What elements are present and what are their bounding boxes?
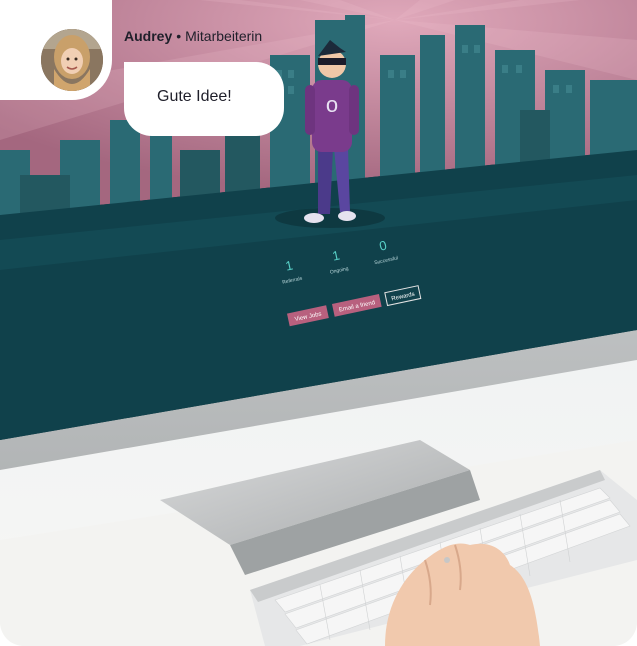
author-name: Audrey bbox=[124, 28, 173, 44]
avatar-photo bbox=[41, 29, 103, 91]
author-line: Audrey • Mitarbeiterin bbox=[124, 28, 262, 44]
separator-dot: • bbox=[176, 28, 182, 44]
svg-text:o: o bbox=[326, 92, 338, 117]
message-bubble: Gute Idee! bbox=[124, 62, 284, 136]
testimonial-card: o 1 Referrals 1 Ongoing 0 Successful Vie… bbox=[0, 0, 637, 646]
avatar bbox=[38, 26, 106, 94]
background-photo: o 1 Referrals 1 Ongoing 0 Successful Vie… bbox=[0, 0, 637, 646]
desk-scene: o 1 Referrals 1 Ongoing 0 Successful Vie… bbox=[0, 0, 637, 646]
message-text: Gute Idee! bbox=[157, 88, 232, 105]
author-role: Mitarbeiterin bbox=[185, 28, 263, 44]
